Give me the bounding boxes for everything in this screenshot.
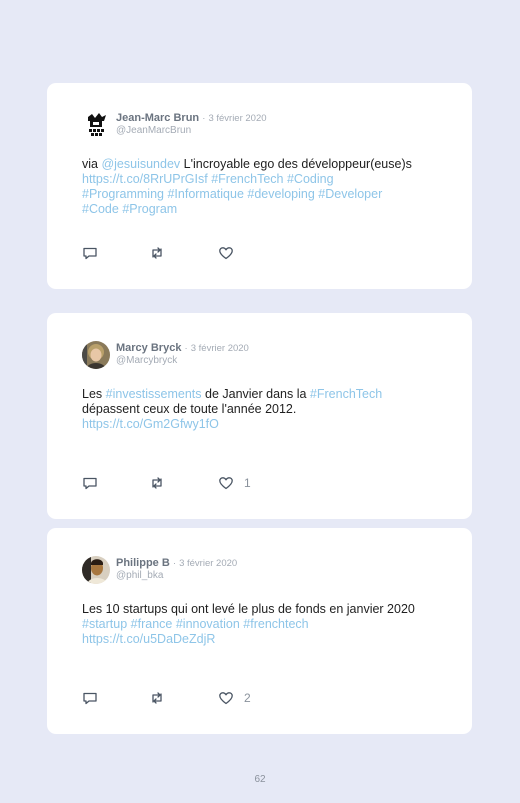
retweet-button[interactable] [149,690,165,706]
hashtag-link[interactable]: #frenchtech [243,617,308,631]
tweet-actions: 1 [82,475,282,491]
like-count: 2 [244,691,251,705]
hashtag-link[interactable]: #Coding [287,172,334,186]
author-name[interactable]: Marcy Bryck [116,342,181,354]
retweet-button[interactable] [149,245,165,261]
hashtag-link[interactable]: #Programming [82,187,164,201]
text-segment: Les 10 startups qui ont levé le plus de … [82,602,415,616]
reply-icon [83,477,97,490]
tweet-text: Les 10 startups qui ont levé le plus de … [82,602,452,647]
reply-button[interactable] [82,475,98,491]
hashtag-link[interactable]: #Informatique [167,187,243,201]
tweet-text: via @jesuisundev L'incroyable ego des dé… [82,157,452,217]
hashtag-link[interactable]: #FrenchTech [310,387,382,401]
reply-icon [83,692,97,705]
heart-icon [219,692,233,705]
tweet-header: Jean-Marc Brun · 3 février 2020 [116,112,267,124]
tweet-text: Les #investissements de Janvier dans la … [82,387,452,432]
page-number: 62 [254,774,266,785]
tweet-actions [82,245,282,261]
retweet-icon [152,692,162,704]
hashtag-link[interactable]: #Code [82,202,119,216]
hashtag-link[interactable]: #FrenchTech [211,172,283,186]
avatar[interactable] [82,111,110,139]
tweet-date[interactable]: 3 février 2020 [191,343,249,354]
text-segment: Les [82,387,106,401]
heart-icon [219,247,233,260]
retweet-button[interactable] [149,475,165,491]
like-button[interactable]: 2 [218,690,251,706]
author-handle[interactable]: @Marcybryck [116,355,177,366]
mention-link[interactable]: @jesuisundev [101,157,180,171]
tweet-header: Marcy Bryck · 3 février 2020 [116,342,249,354]
hashtag-link[interactable]: #Developer [318,187,382,201]
url-link[interactable]: https://t.co/8RrUPrGIsf [82,172,208,186]
url-link[interactable]: https://t.co/u5DaDeZdjR [82,632,215,646]
reply-button[interactable] [82,245,98,261]
hashtag-link[interactable]: #innovation [176,617,240,631]
text-segment: via [82,157,102,171]
tweet-card: Jean-Marc Brun · 3 février 2020 @JeanMar… [47,83,472,289]
tweet-date[interactable]: 3 février 2020 [208,113,266,124]
tweet-date[interactable]: 3 février 2020 [179,558,237,569]
reply-icon [83,247,97,260]
tweet-actions: 2 [82,690,282,706]
hashtag-link[interactable]: #Program [122,202,177,216]
avatar[interactable] [82,341,110,369]
author-name[interactable]: Jean-Marc Brun [116,112,199,124]
tweet-card: Marcy Bryck · 3 février 2020 @Marcybryck… [47,313,472,519]
tweet-card: Philippe B · 3 février 2020 @phil_bka Le… [47,528,472,734]
like-button[interactable] [218,245,244,261]
text-segment: L'incroyable ego des développeur(euse)s [180,157,412,171]
separator: · [202,113,206,124]
hashtag-link[interactable]: #investissements [106,387,202,401]
retweet-icon [152,247,162,259]
hashtag-link[interactable]: #france [131,617,173,631]
like-count: 1 [244,476,251,490]
like-button[interactable]: 1 [218,475,251,491]
avatar[interactable] [82,556,110,584]
text-segment: dépassent ceux de toute l'année 2012. [82,402,297,416]
author-handle[interactable]: @JeanMarcBrun [116,125,191,136]
reply-button[interactable] [82,690,98,706]
author-handle[interactable]: @phil_bka [116,570,163,581]
separator: · [172,558,177,569]
heart-icon [219,477,233,490]
hashtag-link[interactable]: #startup [82,617,127,631]
url-link[interactable]: https://t.co/Gm2Gfwy1fO [82,417,219,431]
text-segment: de Janvier dans la [201,387,310,401]
retweet-icon [152,477,162,489]
author-name[interactable]: Philippe B [116,557,170,569]
hashtag-link[interactable]: #developing [247,187,314,201]
separator: · [184,343,188,354]
tweet-header: Philippe B · 3 février 2020 [116,557,237,569]
